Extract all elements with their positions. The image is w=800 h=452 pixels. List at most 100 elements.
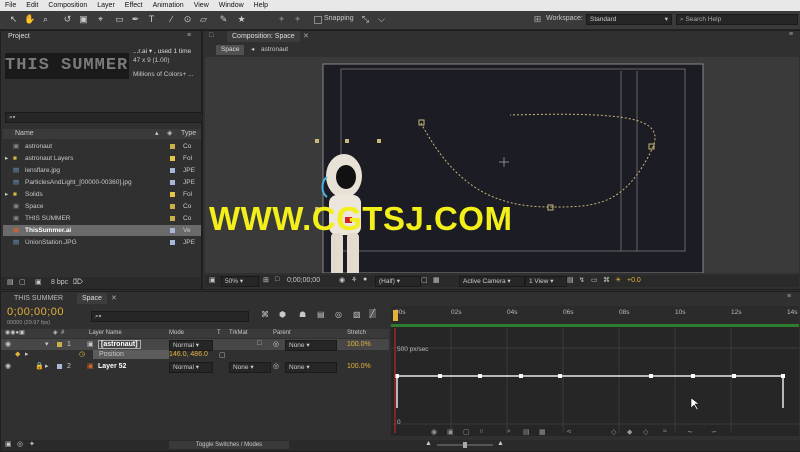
easy-ease-icon[interactable]: ≈ — [663, 428, 667, 435]
label-color-swatch[interactable] — [170, 240, 175, 245]
label-color-swatch[interactable] — [170, 228, 175, 233]
separate-dimensions-icon[interactable]: ⪦ — [567, 428, 571, 436]
menu-effect[interactable]: Effect — [120, 2, 148, 9]
zoom-graph-icon[interactable]: ▦ — [539, 428, 546, 436]
zoom-select[interactable]: 50% ▾ — [221, 276, 259, 287]
label-color-swatch[interactable] — [57, 364, 62, 369]
search-help-input[interactable]: ⌕ Search Help — [676, 14, 798, 25]
time-ruler[interactable]: 00s 02s 04s 06s 08s 10s 12s 14s — [391, 306, 799, 324]
snapping-checkbox[interactable] — [314, 16, 322, 24]
zoom-out-icon[interactable]: ▲ — [425, 440, 432, 447]
project-item[interactable]: ▣ astronaut Co — [3, 141, 201, 152]
lock-icon[interactable]: □ — [209, 32, 218, 40]
timeline-search-input[interactable]: ⌕▾ — [91, 311, 249, 322]
bpc-label[interactable]: 8 bpc — [51, 279, 68, 286]
always-preview-icon[interactable]: ▣ — [209, 276, 216, 284]
keyframe-nav-right-icon[interactable]: ▸ — [25, 350, 29, 358]
roto-brush-tool-icon[interactable]: ✎ — [218, 14, 229, 25]
channel-icon[interactable]: ● — [363, 276, 367, 283]
label-column-icon[interactable]: ◈ — [167, 129, 172, 137]
puppet-tool-icon[interactable]: ★ — [236, 14, 247, 25]
eraser-tool-icon[interactable]: ▱ — [198, 14, 209, 25]
menu-composition[interactable]: Composition — [43, 2, 92, 9]
keyframe-nav-icon[interactable]: ◆ — [15, 350, 20, 358]
clone-stamp-tool-icon[interactable]: ⊙ — [182, 14, 193, 25]
snap-icon[interactable]: ∩ — [479, 428, 484, 435]
selection-tool-icon[interactable]: ↖ — [8, 14, 19, 25]
tab-space[interactable]: Space — [77, 293, 107, 304]
label-color-swatch[interactable] — [57, 342, 62, 347]
project-item[interactable]: ▤ UnionStation.JPG JPE — [3, 237, 201, 248]
axis-mode-icon[interactable]: ✦ — [276, 14, 287, 25]
expand-arrow-icon[interactable]: ▸ — [5, 189, 8, 200]
rotate-tool-icon[interactable]: ↺ — [62, 14, 73, 25]
position-value[interactable]: 146.0, 486.0 — [169, 351, 208, 358]
label-color-swatch[interactable] — [170, 192, 175, 197]
position-property-row[interactable]: ◆ ▸ ◷ Position 146.0, 486.0 ▢ — [1, 350, 389, 360]
layer-stretch[interactable]: 100.0% — [347, 341, 371, 348]
column-type[interactable]: Type — [181, 130, 196, 137]
label-color-swatch[interactable] — [170, 168, 175, 173]
header-stretch[interactable]: Stretch — [347, 329, 366, 338]
graph-toggle-icon[interactable]: ▢ — [219, 351, 226, 359]
brainstorm-icon[interactable]: ▧ — [353, 310, 361, 319]
new-folder-icon[interactable]: ▢ — [19, 278, 26, 286]
sort-icon[interactable]: ▴ — [155, 129, 159, 137]
panel-menu-icon[interactable]: ≡ — [789, 31, 793, 38]
timeline-icon[interactable]: ▭ — [591, 276, 598, 284]
world-axis-icon[interactable]: ✦ — [292, 14, 303, 25]
interpret-footage-icon[interactable]: ▤ — [7, 278, 14, 286]
work-area-bar[interactable] — [391, 324, 799, 327]
pickwhip-icon[interactable]: ◎ — [273, 362, 279, 370]
menu-layer[interactable]: Layer — [92, 2, 120, 9]
pen-tool-icon[interactable]: ✒ — [130, 14, 141, 25]
visibility-eye-icon[interactable]: ◉ — [5, 362, 11, 370]
show-transform-box-icon[interactable]: ▢ — [463, 428, 470, 436]
project-item[interactable]: ▸ ■ Solids Fol — [3, 189, 201, 200]
menu-animation[interactable]: Animation — [148, 2, 189, 9]
expand-arrow-icon[interactable]: ▸ — [5, 153, 8, 164]
view-layout-select[interactable]: 1 View ▾ — [525, 276, 567, 287]
close-tab-icon[interactable]: ✕ — [303, 32, 309, 40]
label-color-swatch[interactable] — [170, 180, 175, 185]
comp-mini-flowchart-icon[interactable]: ⌘ — [261, 310, 269, 319]
composition-tab[interactable]: Composition: Space — [227, 31, 300, 42]
project-search-input[interactable]: ⌕▾ — [5, 112, 203, 123]
layer-name[interactable]: [astronaut] — [98, 340, 141, 349]
choose-property-icon[interactable]: ◉ — [431, 428, 437, 436]
visibility-eye-icon[interactable]: ◉ — [5, 340, 11, 348]
timeline-timecode[interactable]: 0;00;00;00 — [7, 306, 64, 318]
comp-timecode[interactable]: 0;00;00;00 — [287, 277, 320, 284]
label-color-swatch[interactable] — [170, 144, 175, 149]
stopwatch-icon[interactable]: ◷ — [79, 350, 85, 358]
zoom-tool-icon[interactable]: ⌕ — [40, 14, 51, 25]
expand-arrow-icon[interactable]: ▾ — [45, 340, 49, 348]
layer-t-toggle[interactable]: □ — [257, 340, 261, 347]
workspace-menu-icon[interactable]: ⊞ — [532, 14, 543, 25]
rectangle-tool-icon[interactable]: ▭ — [114, 14, 125, 25]
graph-editor[interactable]: 00s 02s 04s 06s 08s 10s 12s 14s 500 px/sec 0 — [391, 306, 799, 436]
layer-stretch[interactable]: 100.0% — [347, 363, 371, 370]
panel-menu-icon[interactable]: ≡ — [787, 293, 791, 300]
frame-blending-icon[interactable]: ▤ — [317, 310, 325, 319]
project-item[interactable]: ▤ ParticlesAndLight_[00000-00360].jpg JPE — [3, 177, 201, 188]
pan-behind-tool-icon[interactable]: ⌖ — [95, 14, 106, 25]
easy-ease-out-icon[interactable]: ∽ — [711, 428, 717, 436]
layer-row[interactable]: ◉ ▾ 1 ▣ [astronaut] Normal ▾ □ ◎ None ▾ … — [1, 339, 389, 351]
panel-menu-icon[interactable]: ≡ — [187, 32, 191, 39]
zoom-in-icon[interactable]: ▲ — [497, 440, 504, 447]
fit-selection-icon[interactable]: ⌕ — [507, 428, 511, 436]
camera-select[interactable]: Active Camera ▾ — [459, 276, 525, 287]
type-tool-icon[interactable]: T — [146, 14, 157, 25]
project-item[interactable]: ▸ ■ astronaut Layers Fol — [3, 153, 201, 164]
flowchart-icon[interactable]: ⌘ — [603, 276, 610, 284]
breadcrumb-astronaut[interactable]: astronaut — [261, 45, 288, 55]
header-parent[interactable]: Parent — [273, 329, 291, 338]
breadcrumb-space[interactable]: Space — [216, 45, 245, 55]
project-item[interactable]: ▣ Space Co — [3, 201, 201, 212]
pickwhip-icon[interactable]: ◎ — [273, 340, 279, 348]
toggle-switches-modes-button[interactable]: Toggle Switches / Modes — [169, 441, 289, 449]
label-color-swatch[interactable] — [170, 216, 175, 221]
menu-help[interactable]: Help — [249, 2, 273, 9]
graph-editor-icon[interactable]: ╱ — [369, 309, 376, 318]
